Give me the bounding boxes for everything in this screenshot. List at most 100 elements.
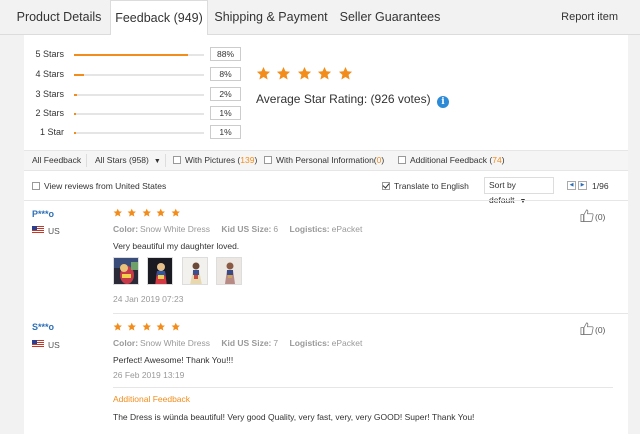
star-icon — [277, 66, 291, 80]
additional-feedback-text: The Dress is wünda beautiful! Very good … — [113, 412, 475, 422]
histogram-row[interactable]: 3 Stars 2% — [24, 87, 254, 103]
review-text: Very beautiful my daughter loved. — [113, 241, 240, 251]
attr-value: ePacket — [331, 224, 363, 234]
checkbox[interactable] — [32, 182, 40, 190]
checkbox[interactable] — [173, 156, 181, 164]
all-stars-select[interactable]: All Stars (958) ▼ — [95, 151, 161, 171]
us-flag-icon — [32, 226, 44, 234]
additional-feedback-filter[interactable]: Additional Feedback (74) — [398, 151, 505, 170]
attr-value: Snow White Dress — [140, 338, 210, 348]
tab-bar: Product Details Feedback (949) Shipping … — [0, 0, 640, 36]
review-star-icons — [113, 208, 181, 219]
review-photo-thumbnail[interactable] — [181, 257, 208, 285]
histogram-track — [74, 94, 204, 96]
option-label: Translate to English — [394, 181, 469, 191]
report-item-link[interactable]: Report item — [561, 0, 618, 35]
photo-thumbnail-image — [148, 258, 173, 284]
star-icon — [297, 66, 311, 80]
histogram-row[interactable]: 4 Stars 8% — [24, 67, 254, 83]
tab-label: Feedback (949) — [115, 11, 203, 25]
attr-value: 7 — [273, 338, 279, 348]
divider — [165, 154, 166, 167]
reviewer-country: US — [48, 226, 60, 236]
checkbox[interactable] — [264, 156, 272, 164]
votes-count: (926 votes) — [370, 92, 431, 106]
review-photo-thumbnail[interactable] — [147, 257, 174, 285]
review-photo-thumbnail[interactable] — [113, 257, 139, 285]
histogram-row[interactable]: 1 Star 1% — [24, 125, 254, 141]
histogram-percent: 1% — [210, 106, 241, 120]
chevron-down-icon: ▼ — [153, 158, 161, 165]
helpful-count: (0) — [595, 212, 606, 222]
tab-shipping-payment[interactable]: Shipping & Payment — [208, 0, 334, 35]
star-icon — [156, 208, 166, 217]
star-icon — [113, 322, 122, 331]
info-icon[interactable]: i — [436, 96, 449, 108]
star-icon — [142, 322, 151, 331]
reviewer-name[interactable]: P***o — [32, 209, 54, 219]
average-label: Average Star Rating: — [256, 92, 368, 106]
histogram-label: 1 Star — [39, 127, 64, 137]
histogram-label: 4 Stars — [35, 69, 64, 79]
tab-feedback[interactable]: Feedback (949) — [110, 0, 208, 36]
histogram-fill — [74, 113, 76, 115]
filter-label: With Pictures ( — [185, 155, 241, 165]
histogram-track — [74, 54, 204, 56]
filter-all-feedback[interactable]: All Feedback — [32, 151, 81, 170]
filter-paren: ) — [501, 155, 505, 165]
helpful-button[interactable]: (0) — [580, 322, 605, 335]
review-date: 24 Jan 2019 07:23 — [113, 294, 184, 304]
with-pictures-filter[interactable]: With Pictures (139) — [173, 151, 257, 170]
next-page-button[interactable]: ▶ — [578, 181, 587, 190]
attr-value: ePacket — [331, 338, 363, 348]
translate-option[interactable]: Translate to English — [382, 175, 469, 197]
filter-label: With Personal Information( — [276, 155, 377, 165]
histogram-row[interactable]: 2 Stars 1% — [24, 106, 254, 122]
tab-seller-guarantees[interactable]: Seller Guarantees — [334, 0, 446, 35]
us-flag-icon — [32, 340, 44, 348]
divider — [113, 387, 613, 388]
histogram-percent: 2% — [210, 87, 241, 101]
star-icon — [113, 208, 122, 217]
all-stars-label: All Stars (958) — [95, 155, 149, 165]
star-icon — [128, 208, 137, 217]
sort-select[interactable]: Sort by default ▼ — [484, 177, 554, 205]
tab-product-details[interactable]: Product Details — [0, 0, 118, 35]
review-photo-thumbnail[interactable] — [216, 257, 243, 285]
filter-paren: ) — [254, 155, 258, 165]
review-item: P***o US Color: Snow White Dress Kid US S… — [24, 201, 628, 313]
histogram-label: 5 Stars — [35, 49, 64, 59]
star-icon — [171, 208, 180, 217]
histogram-track — [74, 74, 204, 76]
histogram-percent: 88% — [210, 47, 241, 61]
photo-thumbnail-image — [114, 258, 138, 284]
attr-label: Logistics: — [289, 224, 330, 234]
prev-page-button[interactable]: ◀ — [567, 181, 576, 190]
histogram-track — [74, 132, 204, 134]
helpful-count: (0) — [595, 325, 606, 335]
review-text: Perfect! Awesome! Thank You!!! — [113, 355, 234, 365]
review-item: S***o US Color: Snow White Dress Kid US S… — [24, 314, 628, 434]
checkbox-checked[interactable] — [382, 182, 390, 190]
tab-label: Shipping & Payment — [214, 10, 328, 24]
photo-thumbnail-image — [182, 258, 207, 284]
star-icon — [338, 66, 352, 80]
star-icon — [318, 66, 332, 80]
filter-bar: All Feedback All Stars (958) ▼ With Pictu… — [24, 150, 628, 171]
reviewer-name[interactable]: S***o — [32, 322, 54, 332]
star-icon — [256, 66, 271, 80]
histogram-row[interactable]: 5 Stars 88% — [24, 47, 254, 63]
histogram-fill — [74, 54, 189, 56]
helpful-button[interactable]: (0) — [580, 209, 605, 222]
feedback-panel: 5 Stars 88% 4 Stars 8% 3 Stars 2% 2 Star… — [24, 35, 628, 434]
histogram-percent: 8% — [210, 67, 241, 81]
attr-label: Logistics: — [289, 338, 330, 348]
attr-value: Snow White Dress — [140, 224, 210, 234]
with-personal-info-filter[interactable]: With Personal Information(0) — [264, 151, 384, 170]
filter-count: 139 — [240, 155, 255, 165]
view-us-reviews-option[interactable]: View reviews from United States — [32, 175, 166, 197]
histogram-percent: 1% — [210, 125, 241, 139]
attr-label: Kid US Size: — [221, 338, 272, 348]
average-rating-text: Average Star Rating: (926 votes) i — [256, 92, 449, 108]
checkbox[interactable] — [398, 156, 406, 164]
